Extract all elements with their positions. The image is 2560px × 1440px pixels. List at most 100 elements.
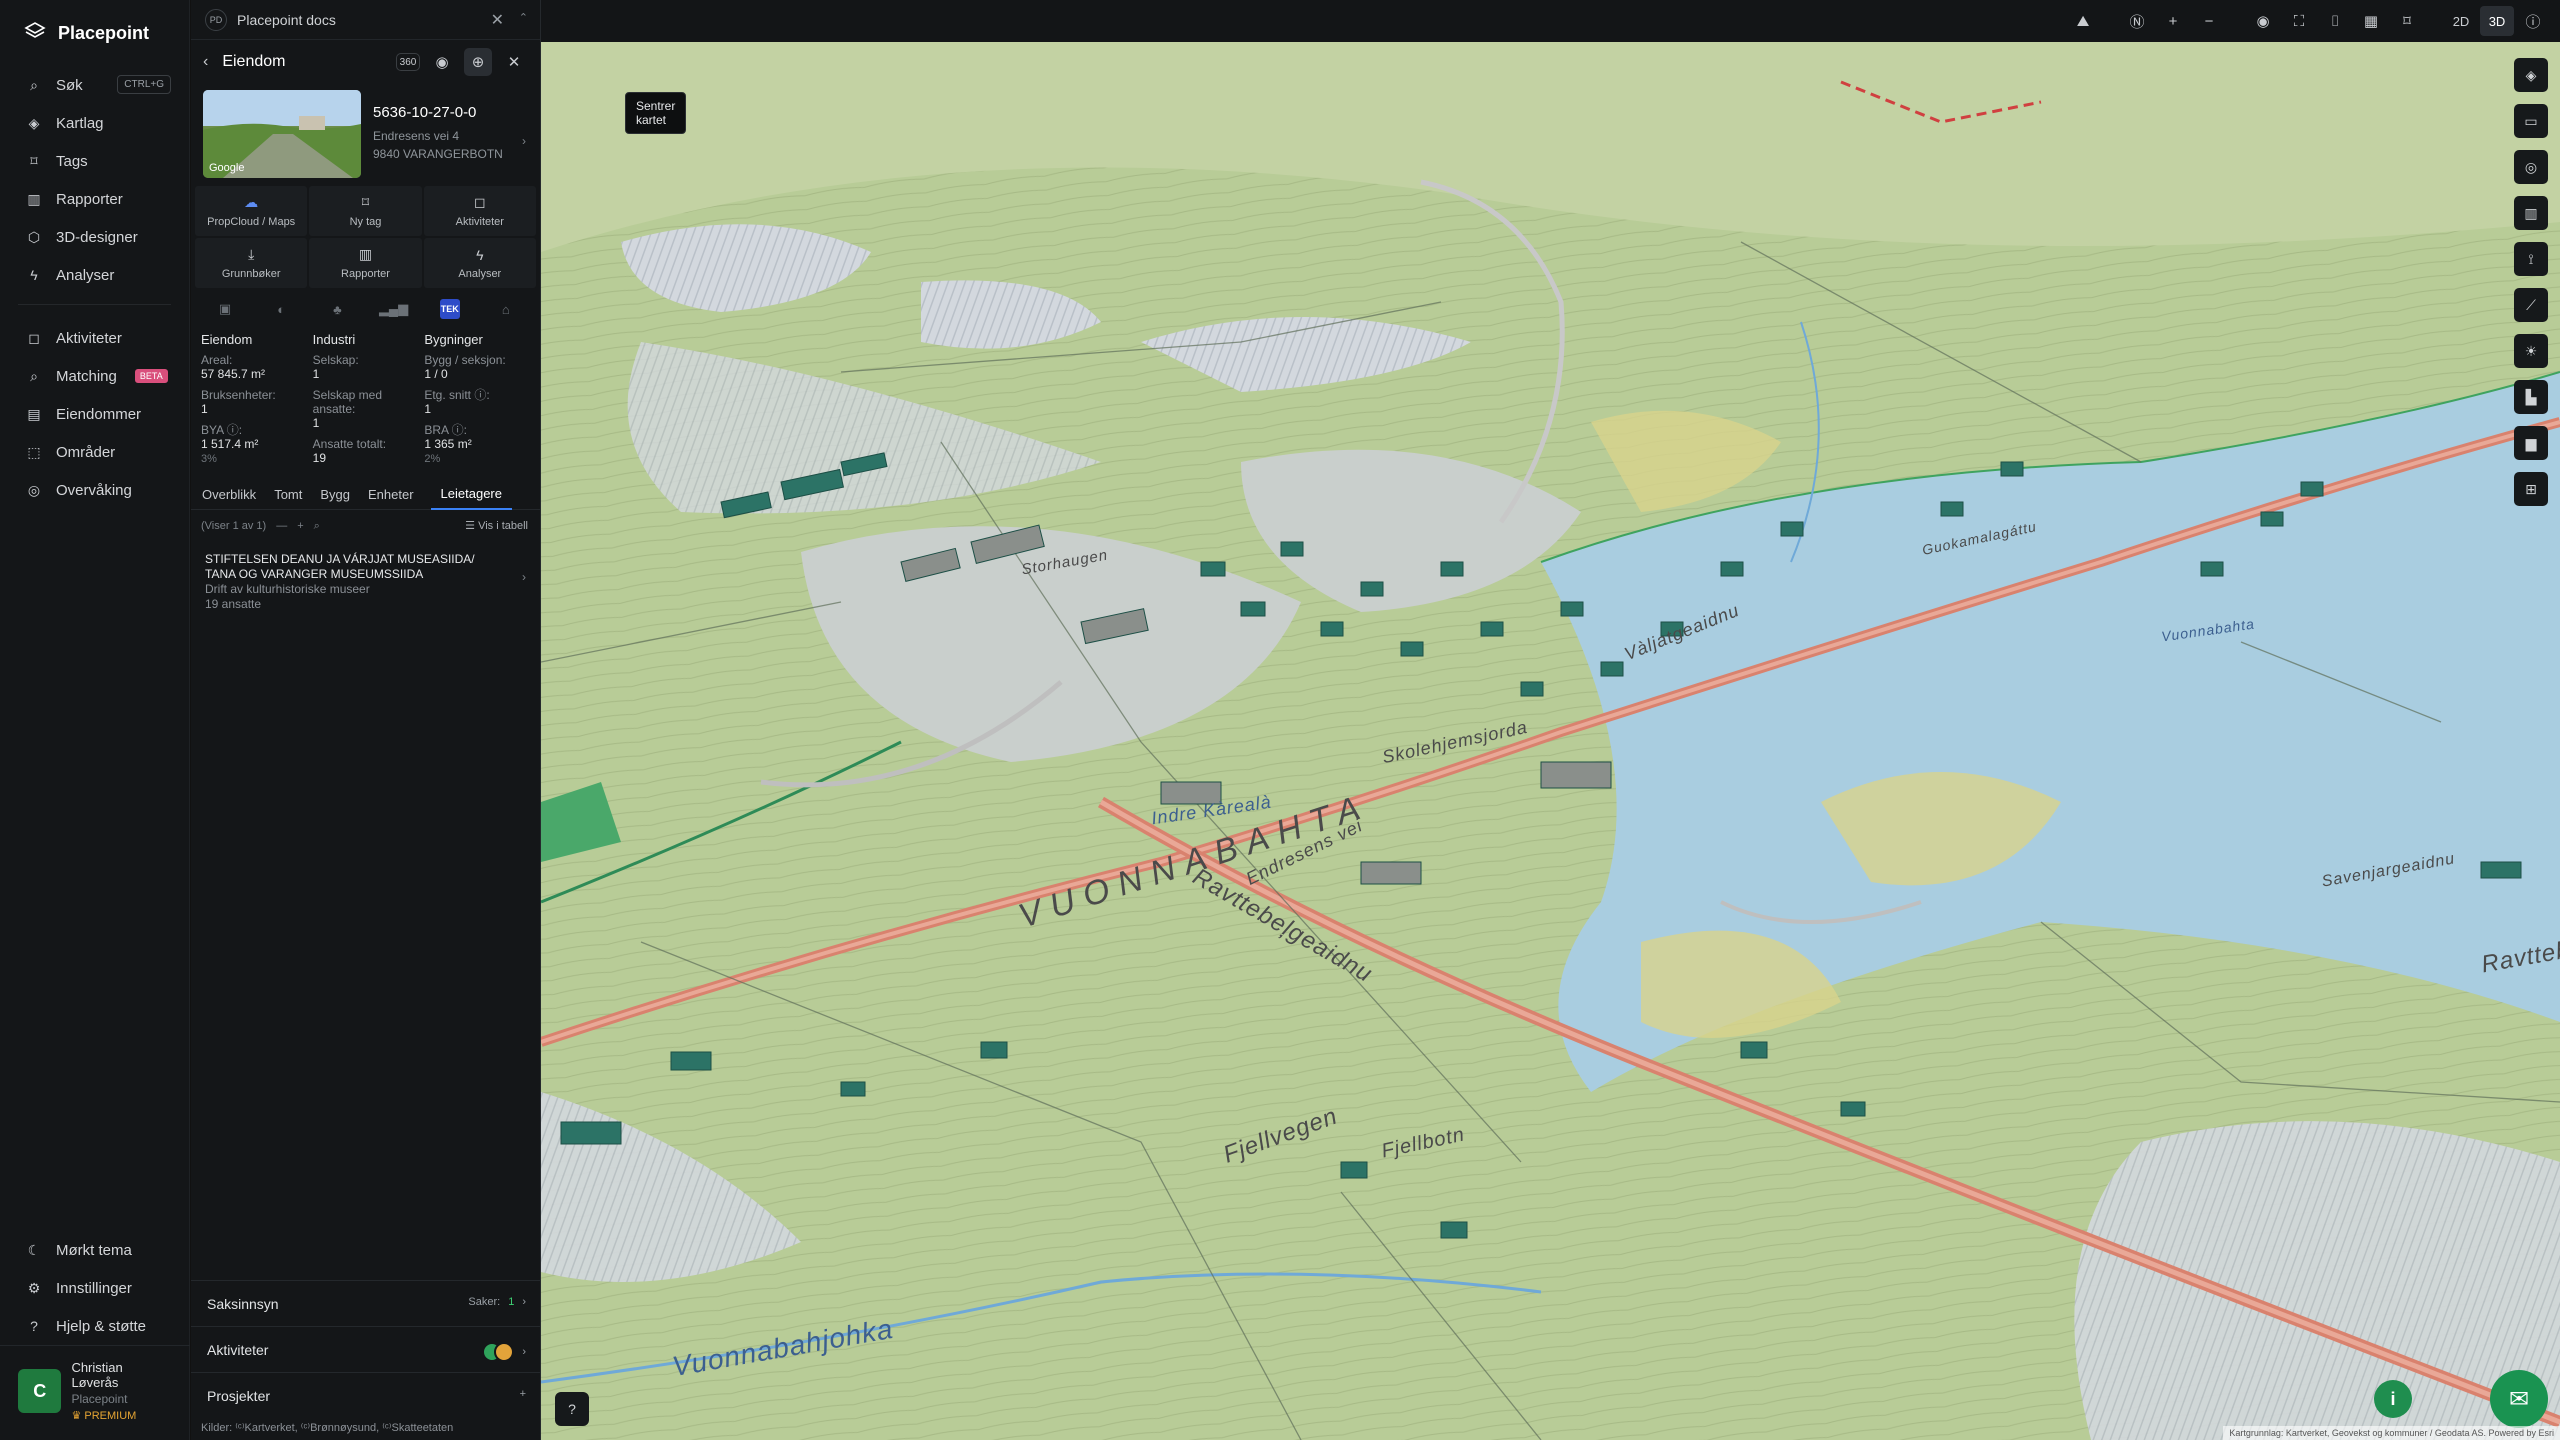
bookmark-icon: ⌑ — [361, 194, 370, 210]
fullscreen-icon[interactable]: ⛶ — [2282, 6, 2316, 36]
action-propcloud-button[interactable]: ☁ PropCloud / Maps — [195, 186, 308, 236]
action-analyses-button[interactable]: ϟ Analyser — [423, 238, 536, 288]
plant-icon[interactable]: ♣ — [327, 299, 347, 319]
minus-icon[interactable]: — — [276, 520, 287, 532]
cloud-icon: ☁ — [244, 194, 259, 210]
app-brand[interactable]: Placepoint — [0, 0, 189, 66]
elevation-icon[interactable]: ⟋ — [2514, 288, 2548, 322]
property-info[interactable]: 5636-10-27-0-0 Endresens vei 4 9840 VARA… — [373, 90, 503, 180]
tab-enheter[interactable]: Enheter — [367, 480, 415, 510]
nav-item-omrader[interactable]: ⬚ Områder — [0, 433, 189, 471]
property-summary: Google 5636-10-27-0-0 Endresens vei 4 98… — [191, 84, 540, 180]
tenant-activity: Drift av kulturhistoriske museer — [205, 582, 370, 596]
chat-support-button[interactable]: ✉ — [2490, 1370, 2548, 1428]
nav-item-tags[interactable]: ⌑ Tags — [0, 142, 189, 180]
section-saksinnsyn[interactable]: Saksinnsyn Saker: 1 › — [191, 1280, 540, 1326]
nav-label: Områder — [56, 443, 116, 461]
ruler-icon[interactable]: ▭ — [2514, 104, 2548, 138]
nav-label: Aktiviteter — [56, 329, 122, 347]
nav-item-analyser[interactable]: ϟ Analyser — [0, 256, 189, 294]
nav-item-3d-designer[interactable]: ⬡ 3D-designer — [0, 218, 189, 256]
list-toolbar: (Viser 1 av 1) — + ⌕ ☰ Vis i tabell — [191, 510, 540, 542]
search-icon: ⌕ — [30, 76, 38, 93]
app-name: Placepoint — [58, 22, 150, 43]
list-item[interactable]: STIFTELSEN DEANU JA VÁRJJAT MUSEASIIDA/ … — [191, 542, 540, 622]
data-sources: Kilder: ⁽ᶜ⁾Kartverket, ⁽ᶜ⁾Brønnøysund, ⁽… — [201, 1422, 454, 1434]
tab-bygg[interactable]: Bygg — [319, 480, 351, 510]
nav-label: Matching — [56, 367, 117, 385]
nav-item-rapporter[interactable]: ▥ Rapporter — [0, 180, 189, 218]
center-map-icon[interactable]: ⊕ — [464, 48, 492, 76]
mode-2d-button[interactable]: 2D — [2444, 6, 2478, 36]
bus-icon[interactable]: ▣ — [215, 299, 235, 319]
nav-item-dark-theme[interactable]: ☾ Mørkt tema — [0, 1231, 190, 1269]
camera-icon[interactable]: ⌷ — [2318, 6, 2352, 36]
route-icon[interactable]: ⟟ — [2514, 242, 2548, 276]
nav-item-eiendommer[interactable]: ▤ Eiendommer — [0, 395, 189, 433]
back-arrow-icon[interactable]: ‹ — [203, 53, 208, 71]
close-icon[interactable]: ✕ — [500, 48, 528, 76]
tek-badge[interactable]: TEK — [439, 299, 460, 319]
eye-icon[interactable]: ◉ — [428, 48, 456, 76]
building-height-icon[interactable]: ▙ — [2514, 380, 2548, 414]
map-help-button[interactable]: ? — [555, 1392, 589, 1426]
street-view-thumbnail[interactable]: Google — [203, 90, 361, 178]
close-icon[interactable]: ✕ — [491, 10, 504, 30]
bookmark-icon: ⌑ — [30, 152, 38, 169]
layers-search-icon[interactable]: ◈ — [2514, 58, 2548, 92]
stats-icon[interactable]: ▆ — [2514, 426, 2548, 460]
bookmark-icon[interactable]: ⌑ — [2390, 6, 2424, 36]
nav-label: Rapporter — [56, 190, 123, 208]
mode-3d-button[interactable]: 3D — [2480, 6, 2514, 36]
nav-item-aktiviteter[interactable]: ◻ Aktiviteter — [0, 319, 189, 357]
bars-icon[interactable]: ▂▄▆ — [379, 299, 408, 319]
info-icon[interactable]: ⓘ — [2516, 6, 2550, 36]
plus-icon[interactable]: + — [520, 1388, 526, 1400]
measure-icon[interactable]: ⛰ — [2066, 6, 2100, 36]
user-profile[interactable]: C Christian Løverås Placepoint ♛ PREMIUM — [0, 1345, 190, 1440]
eye-icon[interactable]: ◉ — [2246, 6, 2280, 36]
action-new-tag-button[interactable]: ⌑ Ny tag — [309, 186, 422, 236]
chevron-updown-icon[interactable]: ⌃ — [519, 11, 528, 24]
bar-chart-icon: ▥ — [27, 190, 41, 207]
chevron-right-icon: › — [522, 1346, 526, 1358]
compass-icon[interactable]: Ⓝ — [2120, 6, 2154, 36]
nav-item-kartlag[interactable]: ◈ Kartlag — [0, 104, 189, 142]
action-activities-button[interactable]: ◻ Aktiviteter — [423, 186, 536, 236]
analysis-icon[interactable]: ◎ — [2514, 150, 2548, 184]
doc-tab[interactable]: PD Placepoint docs ✕ ⌃ — [191, 0, 540, 40]
grid-icon[interactable]: ▦ — [2354, 6, 2388, 36]
show-in-table-button[interactable]: ☰ Vis i tabell — [465, 519, 528, 532]
search-icon[interactable]: ⌕ — [314, 520, 320, 533]
tab-tomt[interactable]: Tomt — [273, 480, 303, 510]
nav-item-help[interactable]: ? Hjelp & støtte — [0, 1307, 190, 1345]
gear-icon: ⚙ — [27, 1279, 41, 1296]
nav-item-matching[interactable]: ⌕ Matching BETA — [0, 357, 189, 395]
action-grunnboker-button[interactable]: ⤓ Grunnbøker — [195, 238, 308, 288]
cube-icon: ⬡ — [27, 228, 41, 245]
street-view-icon[interactable]: 360 — [396, 53, 420, 71]
nav-label: 3D-designer — [56, 228, 138, 246]
action-reports-button[interactable]: ▥ Rapporter — [309, 238, 422, 288]
zoom-out-icon[interactable]: − — [2192, 6, 2226, 36]
sun-icon[interactable]: ☀ — [2514, 334, 2548, 368]
info-button[interactable]: i — [2374, 1380, 2412, 1418]
globe-icon[interactable]: ◐ — [271, 299, 291, 319]
export-icon[interactable]: ⊞ — [2514, 472, 2548, 506]
plus-icon[interactable]: + — [297, 520, 303, 532]
nav-item-settings[interactable]: ⚙ Innstillinger — [0, 1269, 190, 1307]
section-aktiviteter[interactable]: Aktiviteter › — [191, 1326, 540, 1372]
tab-leietagere[interactable]: Leietagere — [430, 480, 512, 510]
zoom-in-icon[interactable]: + — [2156, 6, 2190, 36]
nav-item-overvaking[interactable]: ◎ Overvåking — [0, 471, 189, 509]
chevron-right-icon[interactable]: › — [522, 134, 526, 148]
map-canvas[interactable]: Vuonnabahta Storhaugen Vuonnabahjohka Ra… — [541, 42, 2560, 1440]
nav-divider — [18, 304, 171, 305]
chart-icon[interactable]: ▥ — [2514, 196, 2548, 230]
tab-overblikk[interactable]: Overblikk — [201, 480, 257, 510]
help-icon: ? — [30, 1318, 38, 1334]
beta-badge: BETA — [134, 369, 168, 383]
section-prosjekter[interactable]: Prosjekter + — [191, 1372, 540, 1418]
map-pin-icon[interactable]: ⌂ — [496, 299, 516, 319]
nav-item-search[interactable]: ⌕ Søk CTRL+G — [0, 66, 189, 104]
